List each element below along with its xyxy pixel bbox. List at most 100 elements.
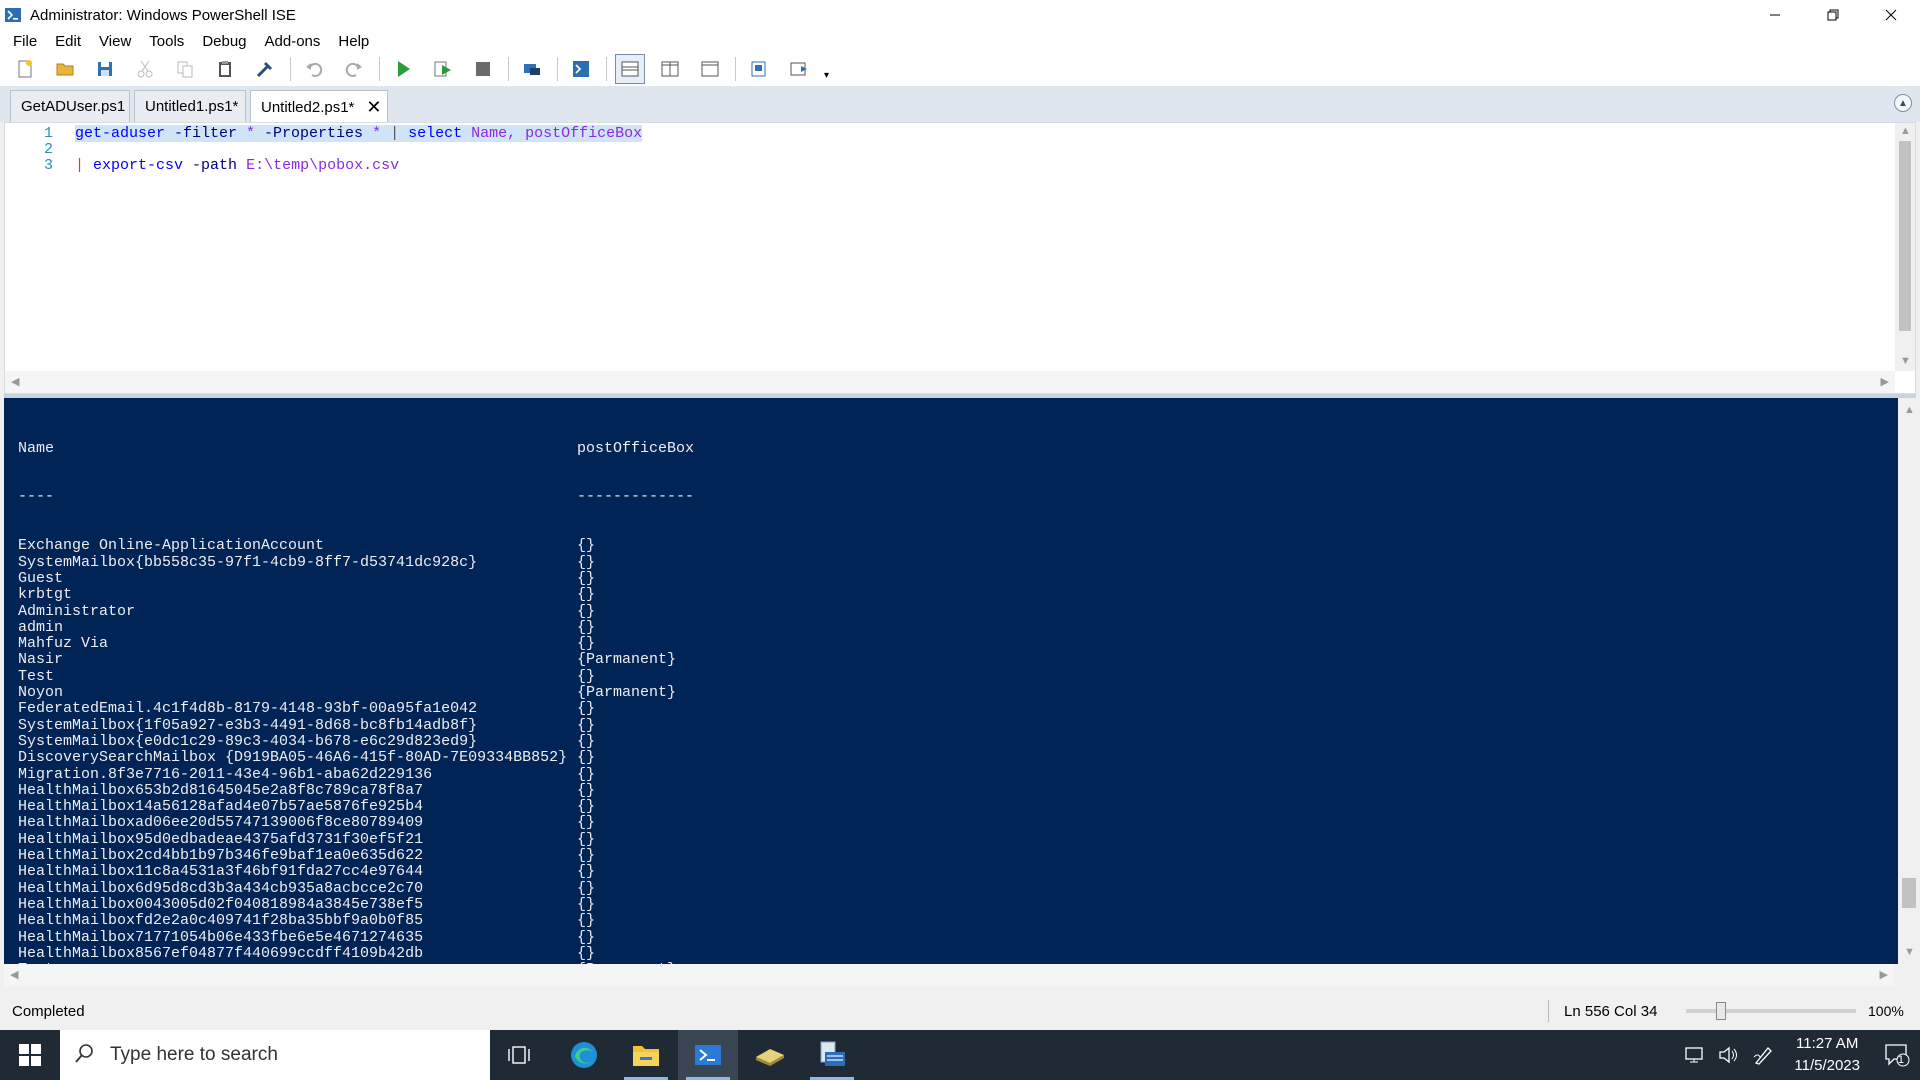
editor-vertical-scrollbar[interactable]: ▲ ▼ <box>1895 123 1915 371</box>
app-yellow-taskbar-button[interactable] <box>740 1030 800 1080</box>
show-script-pane-right-button[interactable] <box>655 54 685 84</box>
scroll-down-icon[interactable]: ▼ <box>1900 355 1911 367</box>
console-pane[interactable]: Name postOfficeBox ---- ------------- Ex… <box>4 398 1916 964</box>
show-command-addon-button[interactable] <box>784 54 814 84</box>
menu-add-ons[interactable]: Add-ons <box>256 33 330 50</box>
run-script-button[interactable] <box>388 54 418 84</box>
close-tab-icon[interactable]: ✕ <box>366 97 381 118</box>
pen-icon[interactable] <box>1746 1045 1780 1065</box>
zoom-slider[interactable] <box>1686 1009 1856 1013</box>
menu-edit[interactable]: Edit <box>46 33 90 50</box>
tab-getaduser[interactable]: GetADUser.ps1 <box>10 90 130 122</box>
toolbar-separator <box>606 57 607 81</box>
line-number: 2 <box>43 141 53 158</box>
open-folder-icon <box>56 63 74 76</box>
document-server-icon <box>820 1041 845 1066</box>
task-view-button[interactable] <box>490 1030 550 1080</box>
toolbar-overflow-icon[interactable]: ▾ <box>824 70 829 81</box>
stop-button[interactable] <box>468 54 498 84</box>
editor-horizontal-scrollbar[interactable]: ◀ ▶ <box>5 371 1895 393</box>
scroll-left-icon[interactable]: ◀ <box>10 968 18 981</box>
console-cell-name: SystemMailbox{e0dc1c29-89c3-4034-b678-e6… <box>18 732 478 750</box>
open-button[interactable] <box>50 54 80 84</box>
console-cell-postofficebox: {} <box>577 781 596 799</box>
script-editor[interactable]: 1 2 3 get-aduser -filter * -Properties *… <box>4 122 1916 394</box>
scroll-right-icon[interactable]: ▶ <box>1881 375 1889 388</box>
paste-button[interactable] <box>210 54 240 84</box>
menu-debug[interactable]: Debug <box>193 33 255 50</box>
console-cell-postofficebox: {} <box>577 700 596 718</box>
scroll-up-icon[interactable]: ▲ <box>1900 125 1911 137</box>
tab-untitled1[interactable]: Untitled1.ps1* <box>134 90 246 122</box>
taskbar-search-box[interactable]: Type here to search <box>60 1030 490 1080</box>
edge-taskbar-button[interactable] <box>554 1030 614 1080</box>
console-row: Noyon {Parmanent} <box>18 684 694 702</box>
console-cell-postofficebox: {} <box>577 586 596 604</box>
remote-powershell-button[interactable] <box>517 54 547 84</box>
restore-button[interactable] <box>1804 0 1862 30</box>
layout-right-icon <box>661 61 679 77</box>
clear-button[interactable] <box>250 54 280 84</box>
show-command-window-button[interactable] <box>744 54 774 84</box>
console-row: HealthMailbox11c8a4531a3f46bf91fda27cc4e… <box>18 864 694 881</box>
scroll-thumb[interactable] <box>1902 878 1916 908</box>
cut-button[interactable] <box>130 54 160 84</box>
show-script-pane-top-button[interactable] <box>615 54 645 84</box>
taskbar-clock[interactable]: 11:27 AM 11/5/2023 <box>1794 1033 1860 1077</box>
cut-icon <box>137 60 153 78</box>
scroll-right-icon[interactable]: ▶ <box>1880 968 1888 981</box>
powershell-ise-taskbar-button[interactable] <box>678 1030 738 1080</box>
console-cell-postofficebox: {} <box>577 879 596 897</box>
toolbar-separator <box>508 57 509 81</box>
file-explorer-taskbar-button[interactable] <box>616 1030 676 1080</box>
save-button[interactable] <box>90 54 120 84</box>
console-cell-name: krbtgt <box>18 586 73 604</box>
console-header-row: Name postOfficeBox <box>18 440 694 457</box>
console-vertical-scrollbar[interactable]: ▲ ▼ <box>1898 398 1920 964</box>
volume-icon[interactable] <box>1712 1046 1746 1064</box>
console-cell-name: Nasir <box>18 651 64 669</box>
console-row: HealthMailboxfd2e2a0c409741f28ba35bbf9a0… <box>18 912 694 930</box>
show-script-pane-maximized-button[interactable] <box>695 54 725 84</box>
app-document-taskbar-button[interactable] <box>802 1030 862 1080</box>
menu-file[interactable]: File <box>4 33 46 50</box>
console-row: Test {} <box>18 668 694 685</box>
network-icon[interactable] <box>1678 1046 1712 1064</box>
menu-help[interactable]: Help <box>329 33 378 50</box>
menu-bar: File Edit View Tools Debug Add-ons Help <box>0 30 1920 52</box>
new-file-icon <box>18 60 32 78</box>
run-selection-button[interactable] <box>428 54 458 84</box>
console-cell-postofficebox: {} <box>577 732 596 750</box>
close-button[interactable] <box>1862 0 1920 30</box>
undo-button[interactable] <box>299 54 329 84</box>
console-row: HealthMailbox653b2d81645045e2a8f8c789ca7… <box>18 781 694 799</box>
menu-view[interactable]: View <box>90 33 140 50</box>
console-cell-postofficebox: {Parmanent} <box>577 684 677 702</box>
scroll-down-icon[interactable]: ▼ <box>1904 946 1915 958</box>
console-cell-postofficebox: {} <box>577 602 596 620</box>
new-script-button[interactable] <box>10 54 40 84</box>
scroll-left-icon[interactable]: ◀ <box>11 375 19 388</box>
start-button[interactable] <box>0 1030 60 1080</box>
redo-button[interactable] <box>339 54 369 84</box>
system-tray: 11:27 AM 11/5/2023 1 <box>1678 1030 1920 1080</box>
zoom-slider-thumb[interactable] <box>1716 1002 1726 1020</box>
console-horizontal-scrollbar[interactable]: ◀ ▶ <box>4 964 1894 986</box>
console-cell-postofficebox: {} <box>577 553 596 571</box>
console-cell-name: HealthMailbox71771054b06e433fbe6e5e46712… <box>18 928 424 946</box>
scroll-thumb[interactable] <box>1899 141 1911 331</box>
menu-tools[interactable]: Tools <box>140 33 193 50</box>
copy-button[interactable] <box>170 54 200 84</box>
tab-untitled2[interactable]: Untitled2.ps1* ✕ <box>250 90 388 123</box>
minimize-button[interactable] <box>1746 0 1804 30</box>
console-row: Guest {} <box>18 569 694 587</box>
collapse-pane-icon[interactable]: ▲ <box>1894 94 1912 112</box>
console-cell-postofficebox: {} <box>577 912 596 930</box>
save-icon <box>98 62 112 76</box>
notification-center-button[interactable]: 1 <box>1874 1043 1920 1067</box>
console-cell-postofficebox: {} <box>577 798 596 816</box>
status-separator <box>1548 1000 1549 1022</box>
console-cell-name: Guest <box>18 569 64 587</box>
start-powershell-button[interactable] <box>566 54 596 84</box>
scroll-up-icon[interactable]: ▲ <box>1904 404 1915 416</box>
